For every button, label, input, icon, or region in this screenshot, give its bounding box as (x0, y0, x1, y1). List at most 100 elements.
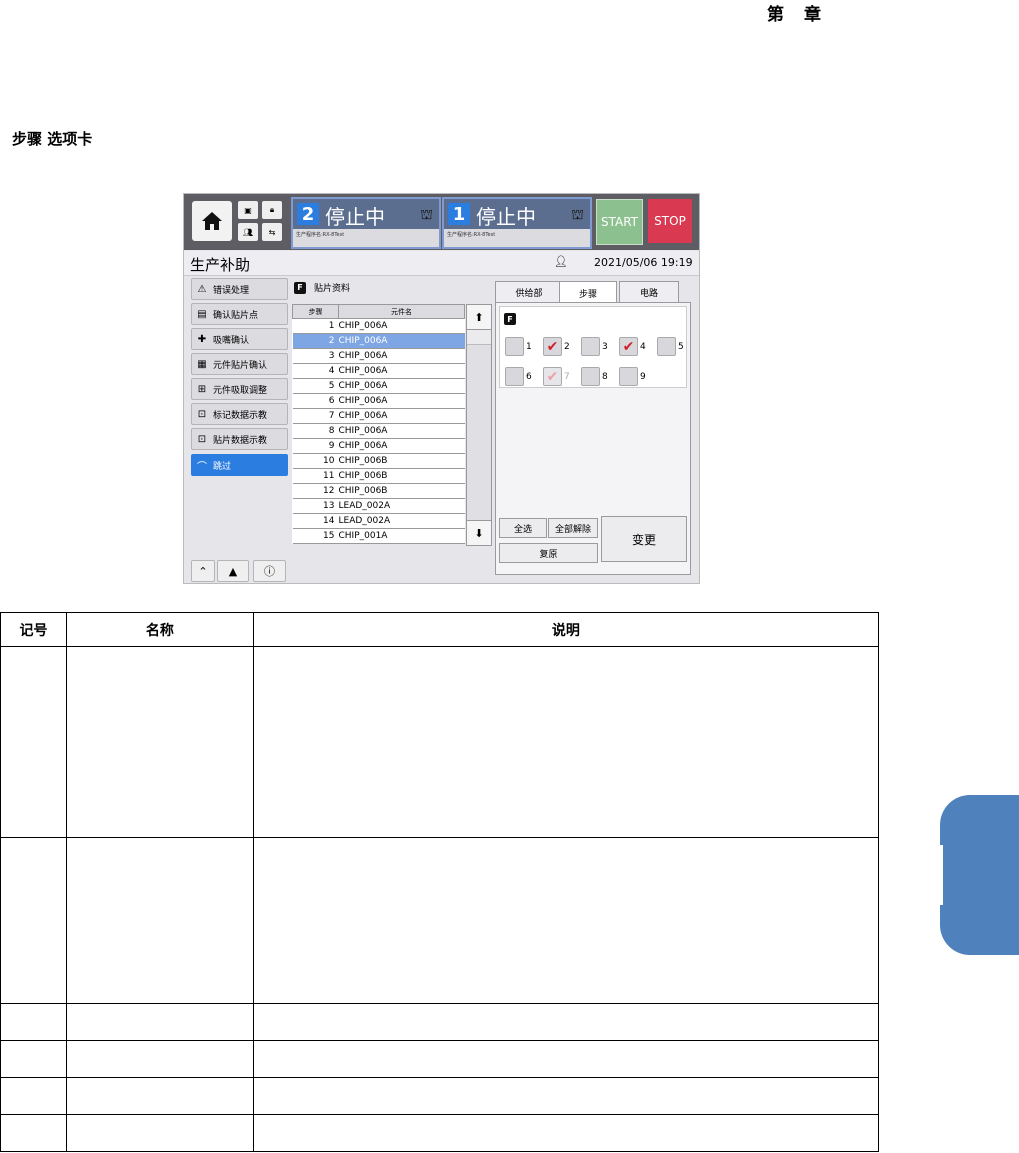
step-panel: F 1 ✔ 2 3 ✔ 4 5 6 ✔ 7 8 9 全选 全部解除 复原 变更 (495, 302, 691, 575)
info-icon: ⓘ (264, 565, 275, 578)
table-row[interactable]: 15 CHIP_001A (292, 528, 465, 544)
alarm-button[interactable]: ▲ (217, 560, 249, 582)
cell (65, 1040, 254, 1078)
table-row[interactable]: 12 CHIP_006B (292, 483, 465, 499)
menu-confirm-placement-point[interactable]: ▤ 确认贴片点 (191, 303, 288, 325)
step-checkbox-3[interactable]: 3 (581, 337, 608, 356)
table-row[interactable]: 4 CHIP_006A (292, 363, 465, 379)
select-all-button[interactable]: 全选 (499, 518, 547, 538)
datetime: 2021/05/06 19:19 (594, 256, 693, 269)
table-row[interactable]: 14 LEAD_002A (292, 513, 465, 529)
table-row[interactable]: 11 CHIP_006B (292, 468, 465, 484)
header-symbol: 记号 (0, 612, 67, 647)
users-button[interactable]: 👥︎ (238, 223, 258, 241)
column-step: 步骤 (292, 304, 339, 319)
table-row[interactable]: 13 LEAD_002A (292, 498, 465, 514)
deselect-all-button[interactable]: 全部解除 (548, 518, 598, 538)
step-checkbox-8[interactable]: 8 (581, 367, 608, 386)
menu-skip[interactable]: ⌒ 跳过 (191, 454, 288, 476)
table-row[interactable]: 10 CHIP_006B (292, 453, 465, 469)
menu-pickup-adjust[interactable]: ⊞ 元件吸取调整 (191, 378, 288, 400)
change-button[interactable]: 变更 (601, 516, 687, 562)
nozzle-icon: ✚ (197, 333, 207, 345)
table-row[interactable]: 6 CHIP_006A (292, 393, 465, 409)
step-checkbox-7[interactable]: ✔ 7 (543, 367, 570, 386)
table-row[interactable]: 3 CHIP_006A (292, 348, 465, 364)
home-button[interactable] (192, 201, 232, 241)
chapter-side-tab (940, 795, 1019, 955)
table-row[interactable]: 2 CHIP_006A (292, 333, 465, 349)
placement-table[interactable]: 步骤 元件名 1 CHIP_006A 2 CHIP_006A 3 CHIP_006A 4 CH… (292, 304, 465, 544)
list-header: F 贴片资料 (294, 281, 350, 294)
stop-button[interactable]: STOP (648, 199, 692, 243)
tab-step[interactable]: 步骤 (559, 281, 617, 304)
menu-placement-teach[interactable]: ⊡ 贴片数据示教 (191, 428, 288, 450)
scroll-thumb[interactable] (467, 330, 491, 345)
machine-icon: ⛫ (420, 207, 433, 223)
mark-teach-icon: ⊡ (197, 408, 207, 420)
step-checkbox-9[interactable]: 9 (619, 367, 646, 386)
scroll-down-button[interactable]: ⬇ (467, 520, 491, 545)
part-name: CHIP_006A (338, 393, 465, 409)
table-row[interactable]: 7 CHIP_006A (292, 408, 465, 424)
table-row[interactable]: 5 CHIP_006A (292, 378, 465, 394)
start-button[interactable]: START (596, 199, 643, 245)
cell (65, 837, 254, 1004)
part-name: CHIP_006B (338, 453, 465, 469)
info-button[interactable]: ⓘ (253, 560, 286, 582)
step-number: 11 (292, 468, 339, 484)
checkbox-label: 2 (564, 341, 570, 352)
transfer-button[interactable]: ⇆ (262, 223, 282, 241)
checkbox-label: 5 (678, 341, 684, 352)
menu-component-placement-confirm[interactable]: ▦ 元件贴片确认 (191, 353, 288, 375)
arrow-up-icon: ⬆ (474, 310, 484, 324)
title-row: 生产补助 👤︎ 2021/05/06 19:19 (184, 251, 699, 276)
tab-circuit[interactable]: 电路 (619, 281, 679, 303)
menu-error-handling[interactable]: ⚠ 错误处理 (191, 278, 288, 300)
checkbox-label: 9 (640, 371, 646, 382)
restore-button[interactable]: 复原 (499, 543, 598, 563)
lane-2-status-text: 停止中 (325, 205, 385, 229)
step-number: 1 (292, 318, 339, 334)
tab-feeder[interactable]: 供给部 (495, 281, 563, 303)
arrow-down-icon: ⬇ (474, 526, 484, 540)
step-number: 15 (292, 528, 339, 544)
part-name: LEAD_002A (338, 498, 465, 514)
step-checkbox-5[interactable]: 5 (657, 337, 684, 356)
scrollbar[interactable]: ⬆ ⬇ (466, 304, 492, 546)
chapter-suffix: 章 (804, 5, 823, 25)
checkmark-icon: ✔ (619, 337, 638, 356)
step-number: 12 (292, 483, 339, 499)
menu-label: 跳过 (213, 461, 232, 472)
checkmark-icon: ✔ (543, 367, 562, 386)
keyboard-button[interactable]: ▣ (238, 201, 258, 219)
chapter-prefix: 第 (767, 5, 786, 25)
part-name: CHIP_006B (338, 483, 465, 499)
checkbox-label: 3 (602, 341, 608, 352)
lock-button[interactable]: 🔒︎ (262, 201, 282, 219)
f-icon: F (294, 281, 306, 294)
step-checkbox-4[interactable]: ✔ 4 (619, 337, 646, 356)
scroll-up-button[interactable]: ⬆ (467, 305, 491, 330)
menu-nozzle-confirm[interactable]: ✚ 吸嘴确认 (191, 328, 288, 350)
lane-1-status[interactable]: 1 停止中 ⛫ 生产程序名:RX-8Test (442, 197, 592, 249)
lane-2-status[interactable]: 2 停止中 ⛫ 生产程序名:RX-8Test (291, 197, 441, 249)
checkbox-box (505, 337, 524, 356)
table-row[interactable]: 1 CHIP_006A (292, 318, 465, 334)
part-name: CHIP_006A (338, 378, 465, 394)
table-row[interactable]: 8 CHIP_006A (292, 423, 465, 439)
step-checkbox-6[interactable]: 6 (505, 367, 532, 386)
checkbox-label: 7 (564, 371, 570, 382)
cell (252, 1114, 880, 1152)
checkbox-label: 8 (602, 371, 608, 382)
circuit-select-box: F 1 ✔ 2 3 ✔ 4 5 6 ✔ 7 8 9 (499, 306, 687, 388)
menu-mark-teach[interactable]: ⊡ 标记数据示教 (191, 403, 288, 425)
step-checkbox-1[interactable]: 1 (505, 337, 532, 356)
checkbox-label: 6 (526, 371, 532, 382)
checkbox-box (581, 337, 600, 356)
checkbox-label: 4 (640, 341, 646, 352)
step-checkbox-2[interactable]: ✔ 2 (543, 337, 570, 356)
table-row[interactable]: 9 CHIP_006A (292, 438, 465, 454)
collapse-button[interactable]: ⌃ (191, 560, 215, 582)
cell (0, 1003, 67, 1041)
